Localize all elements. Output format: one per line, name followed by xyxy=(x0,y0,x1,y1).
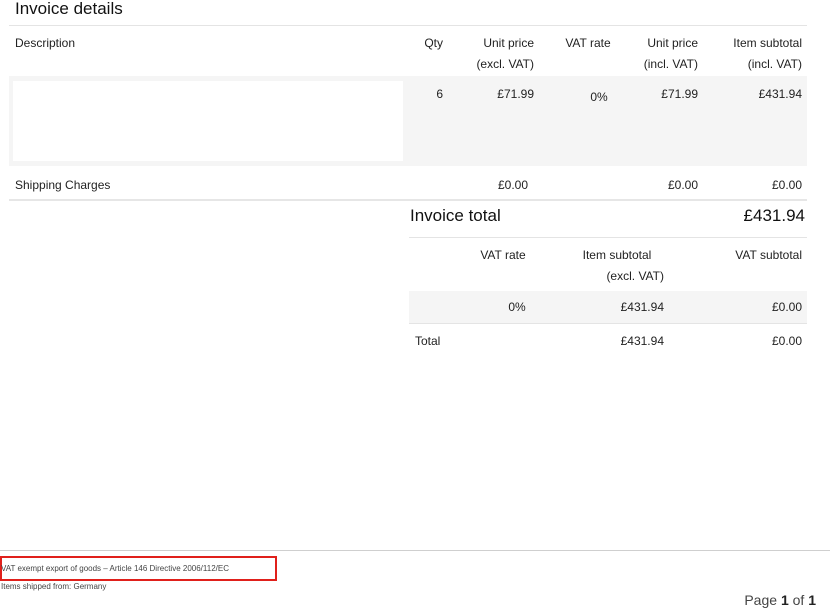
shipping-subtotal: £0.00 xyxy=(771,178,802,192)
shipped-from-note: Items shipped from: Germany xyxy=(1,582,107,591)
col-header-unit-price-incl-line1: Unit price xyxy=(647,36,698,50)
item-subtotal: £431.94 xyxy=(758,87,802,101)
shipping-divider xyxy=(9,199,807,201)
page-number: Page 1 of 1 xyxy=(744,592,816,608)
item-qty: 6 xyxy=(436,87,443,101)
col-header-item-subtotal: Item subtotal (incl. VAT) xyxy=(710,33,802,75)
col-header-vat-rate: VAT rate xyxy=(565,36,611,50)
col-header-unit-price-incl-line2: (incl. VAT) xyxy=(643,57,698,71)
vat-summary-vat-subtotal: £0.00 xyxy=(771,300,802,314)
vat-summary-header-rate: VAT rate xyxy=(480,248,526,262)
col-header-unit-price-excl-line2: (excl. VAT) xyxy=(476,57,534,71)
vat-summary-header-vat-subtotal: VAT subtotal xyxy=(735,248,802,262)
vat-summary-rate: 0% xyxy=(508,300,526,314)
col-header-qty: Qty xyxy=(424,36,443,50)
page-of: of xyxy=(792,592,805,608)
vat-summary-header-item-subtotal-line1: Item subtotal xyxy=(582,248,652,262)
item-unit-price-incl: £71.99 xyxy=(661,87,698,101)
col-header-description: Description xyxy=(15,36,76,50)
invoice-total-value: £431.94 xyxy=(743,206,805,225)
vat-summary-item-subtotal: £431.94 xyxy=(620,300,664,314)
col-header-item-subtotal-line1: Item subtotal xyxy=(733,36,802,50)
col-header-item-subtotal-line2: (incl. VAT) xyxy=(747,57,802,71)
col-header-unit-price-excl-line1: Unit price xyxy=(483,36,534,50)
item-unit-price-excl: £71.99 xyxy=(497,87,534,101)
invoice-total-divider xyxy=(409,237,807,238)
vat-total-item-subtotal: £431.94 xyxy=(620,334,664,348)
invoice-title: Invoice details xyxy=(15,0,123,18)
col-header-unit-price-incl: Unit price (incl. VAT) xyxy=(620,33,698,75)
vat-summary-header-item-subtotal: Item subtotal (excl. VAT) xyxy=(570,245,664,287)
page-total: 1 xyxy=(808,592,816,608)
shipping-unit-price-incl: £0.00 xyxy=(667,178,698,192)
col-header-unit-price-excl: Unit price (excl. VAT) xyxy=(450,33,534,75)
footer-divider xyxy=(0,550,830,551)
top-divider xyxy=(9,25,807,26)
page-prefix: Page xyxy=(744,592,778,608)
vat-total-label: Total xyxy=(415,334,441,348)
vat-summary-divider xyxy=(409,323,807,324)
invoice-total-label: Invoice total xyxy=(410,206,501,225)
vat-exempt-note: VAT exempt export of goods – Article 146… xyxy=(1,564,229,573)
vat-total-vat-subtotal: £0.00 xyxy=(771,334,802,348)
shipping-label: Shipping Charges xyxy=(15,178,111,192)
item-description-box xyxy=(13,81,403,161)
vat-summary-header-item-subtotal-line2: (excl. VAT) xyxy=(606,269,664,283)
shipping-unit-price-excl: £0.00 xyxy=(497,178,528,192)
page-current: 1 xyxy=(780,592,789,608)
